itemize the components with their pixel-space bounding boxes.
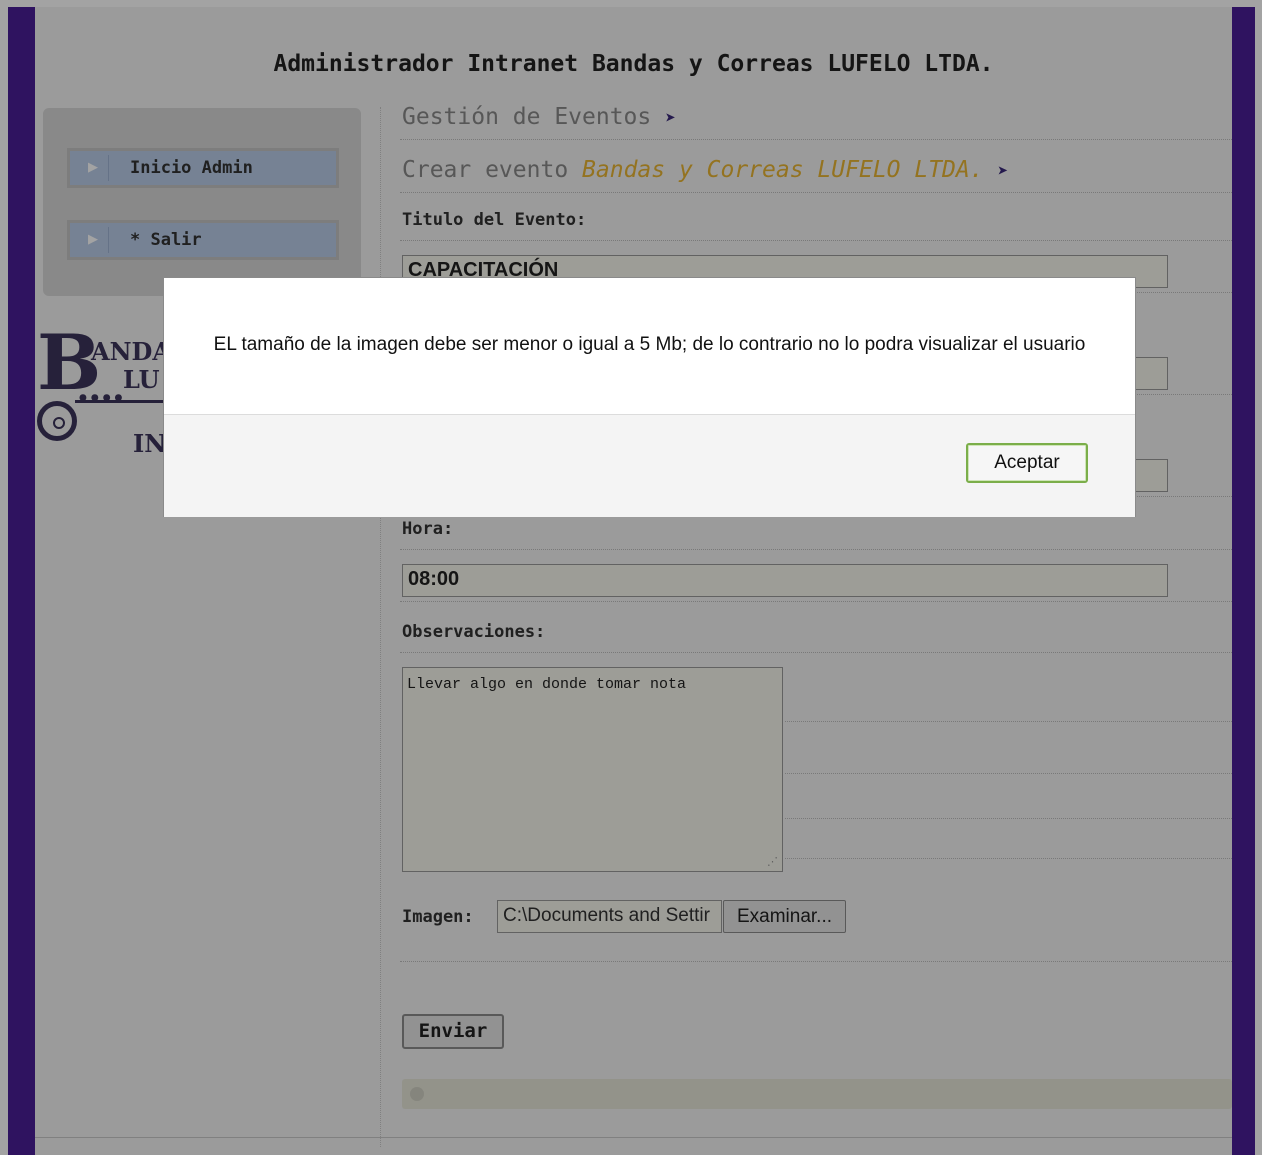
dialog-message: EL tamaño de la imagen debe ser menor o … bbox=[213, 334, 1086, 355]
alert-dialog: EL tamaño de la imagen debe ser menor o … bbox=[163, 277, 1136, 517]
modal-overlay[interactable] bbox=[0, 0, 1262, 1155]
dialog-footer: Aceptar bbox=[164, 414, 1135, 517]
accept-button[interactable]: Aceptar bbox=[966, 443, 1088, 483]
